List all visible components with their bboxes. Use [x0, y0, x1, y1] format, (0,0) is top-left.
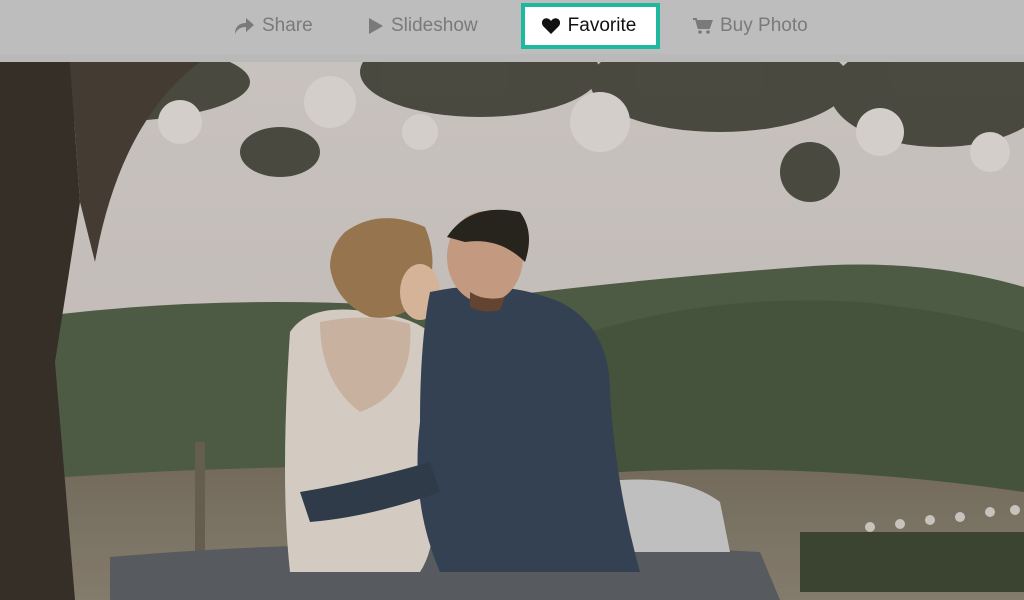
heart-icon [541, 17, 561, 35]
buy-photo-button[interactable]: Buy Photo [693, 3, 808, 49]
share-label: Share [262, 15, 313, 36]
photo-toolbar: Share Slideshow Favorite Buy Photo [0, 0, 1024, 54]
favorite-button[interactable]: Favorite [521, 3, 660, 49]
share-arrow-icon [233, 17, 255, 35]
share-button[interactable]: Share [233, 3, 313, 49]
couple-photo[interactable] [0, 62, 1024, 600]
slideshow-label: Slideshow [391, 15, 478, 36]
slideshow-button[interactable]: Slideshow [368, 3, 478, 49]
play-icon [368, 17, 384, 35]
buy-photo-label: Buy Photo [720, 15, 808, 36]
favorite-label: Favorite [567, 15, 637, 36]
cart-icon [693, 17, 713, 35]
